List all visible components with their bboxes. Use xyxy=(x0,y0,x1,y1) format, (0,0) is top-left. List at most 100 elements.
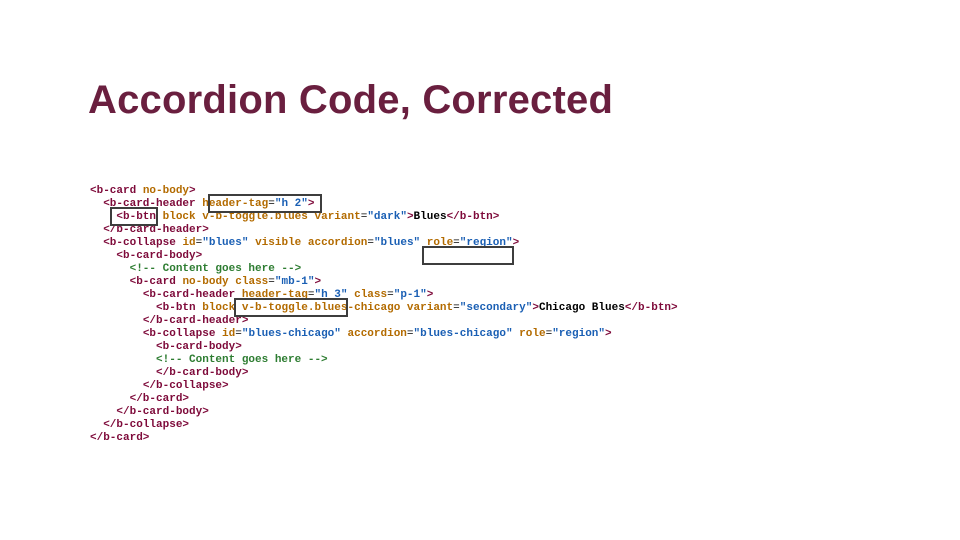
code-token-tag: </b-btn> xyxy=(447,211,500,223)
code-token-punct xyxy=(235,289,242,301)
code-token-punct xyxy=(400,302,407,314)
code-line: <b-collapse id="blues" visible accordion… xyxy=(90,237,519,249)
code-token-attr: block xyxy=(202,302,235,314)
code-token-tag: </b-card-body> xyxy=(156,367,248,379)
code-line: </b-card> xyxy=(90,432,149,444)
code-token-com: <!-- Content goes here --> xyxy=(156,354,328,366)
code-token-punct: = xyxy=(407,328,414,340)
code-line: </b-card-header> xyxy=(90,224,209,236)
code-line: <b-card no-body class="mb-1"> xyxy=(90,276,321,288)
code-token-tag: </b-collapse> xyxy=(103,419,189,431)
code-line: </b-card> xyxy=(90,393,189,405)
code-token-tag: <b-card-body> xyxy=(156,341,242,353)
code-token-punct: = xyxy=(235,328,242,340)
code-line: </b-card-header> xyxy=(90,315,248,327)
code-line: <b-btn block v-b-toggle.blues variant="d… xyxy=(90,211,499,223)
code-token-punct xyxy=(341,328,348,340)
code-token-attr: blues-chicago xyxy=(314,302,400,314)
code-token-tag: > xyxy=(189,185,196,197)
code-token-punct xyxy=(308,211,315,223)
code-token-attr: role xyxy=(427,237,453,249)
code-line: </b-collapse> xyxy=(90,380,229,392)
code-token-text: Chicago Blues xyxy=(539,302,625,314)
slide-title: Accordion Code, Corrected xyxy=(88,78,613,123)
code-token-val: "blues-chicago" xyxy=(414,328,513,340)
code-token-attr: id xyxy=(222,328,235,340)
code-token-attr: accordion xyxy=(308,237,367,249)
code-block: <b-card no-body> <b-card-header header-t… xyxy=(90,185,890,445)
code-token-tag: > xyxy=(513,237,520,249)
code-line: <b-card-header header-tag="h 3" class="p… xyxy=(90,289,433,301)
code-token-punct: = xyxy=(387,289,394,301)
code-token-val: "h 3" xyxy=(314,289,347,301)
code-token-punct xyxy=(136,185,143,197)
code-token-attr: v-b-toggle. xyxy=(202,211,275,223)
code-line: <b-collapse id="blues-chicago" accordion… xyxy=(90,328,612,340)
code-token-tag: </b-card-header> xyxy=(103,224,209,236)
code-token-tag: </b-card-header> xyxy=(143,315,249,327)
code-token-attr: block xyxy=(163,211,196,223)
code-token-text: Blues xyxy=(414,211,447,223)
code-token-val: "mb-1" xyxy=(275,276,315,288)
code-token-val: "dark" xyxy=(367,211,407,223)
code-token-com: <!-- Content goes here --> xyxy=(130,263,302,275)
code-token-attr: id xyxy=(182,237,195,249)
code-token-tag: <b-card xyxy=(90,185,136,197)
code-token-punct: = xyxy=(268,276,275,288)
code-token-tag: > xyxy=(427,289,434,301)
code-token-attr: v-b-toggle. xyxy=(242,302,315,314)
code-token-tag: <b-card-header xyxy=(143,289,235,301)
code-line: <b-card-body> xyxy=(90,250,202,262)
code-token-tag: <b-btn xyxy=(156,302,196,314)
code-token-tag: </b-collapse> xyxy=(143,380,229,392)
code-token-val: "blues" xyxy=(202,237,248,249)
code-token-attr: accordion xyxy=(348,328,407,340)
code-token-attr: variant xyxy=(407,302,453,314)
code-token-attr: no-body xyxy=(182,276,228,288)
code-token-punct xyxy=(301,237,308,249)
code-token-val: "p-1" xyxy=(394,289,427,301)
code-token-punct: = xyxy=(268,198,275,210)
code-line: </b-card-body> xyxy=(90,367,248,379)
code-line: </b-collapse> xyxy=(90,419,189,431)
code-token-val: "region" xyxy=(552,328,605,340)
slide: Accordion Code, Corrected <b-card no-bod… xyxy=(0,0,960,540)
code-token-punct xyxy=(156,211,163,223)
code-token-val: "secondary" xyxy=(460,302,533,314)
code-token-tag: <b-card-body> xyxy=(116,250,202,262)
code-token-tag: > xyxy=(532,302,539,314)
code-token-tag: > xyxy=(605,328,612,340)
code-token-tag: <b-collapse xyxy=(143,328,216,340)
code-token-val: "h 2" xyxy=(275,198,308,210)
code-token-attr: class xyxy=(235,276,268,288)
code-token-tag: </b-card> xyxy=(130,393,189,405)
code-token-punct xyxy=(235,302,242,314)
code-token-tag: </b-btn> xyxy=(625,302,678,314)
code-line: </b-card-body> xyxy=(90,406,209,418)
code-token-punct: = xyxy=(453,302,460,314)
code-token-tag: > xyxy=(308,198,315,210)
code-line: <b-card-header header-tag="h 2"> xyxy=(90,198,314,210)
code-line: <b-card-body> xyxy=(90,341,242,353)
code-line: <!-- Content goes here --> xyxy=(90,354,328,366)
code-token-punct xyxy=(420,237,427,249)
code-token-tag: > xyxy=(407,211,414,223)
code-token-tag: </b-card> xyxy=(90,432,149,444)
code-token-tag: <b-btn xyxy=(116,211,156,223)
code-token-tag: > xyxy=(315,276,322,288)
code-token-punct: = xyxy=(453,237,460,249)
code-token-attr: blues xyxy=(275,211,308,223)
code-line: <b-btn block v-b-toggle.blues-chicago va… xyxy=(90,302,678,314)
code-token-tag: <b-card-header xyxy=(103,198,195,210)
code-token-attr: role xyxy=(519,328,545,340)
code-token-attr: header-tag xyxy=(242,289,308,301)
code-token-tag: </b-card-body> xyxy=(116,406,208,418)
code-token-val: "blues" xyxy=(374,237,420,249)
code-token-attr: no-body xyxy=(143,185,189,197)
code-line: <b-card no-body> xyxy=(90,185,196,197)
code-token-val: "region" xyxy=(460,237,513,249)
code-token-punct: = xyxy=(367,237,374,249)
code-line: <!-- Content goes here --> xyxy=(90,263,301,275)
code-token-attr: variant xyxy=(315,211,361,223)
code-token-tag: <b-collapse xyxy=(103,237,176,249)
